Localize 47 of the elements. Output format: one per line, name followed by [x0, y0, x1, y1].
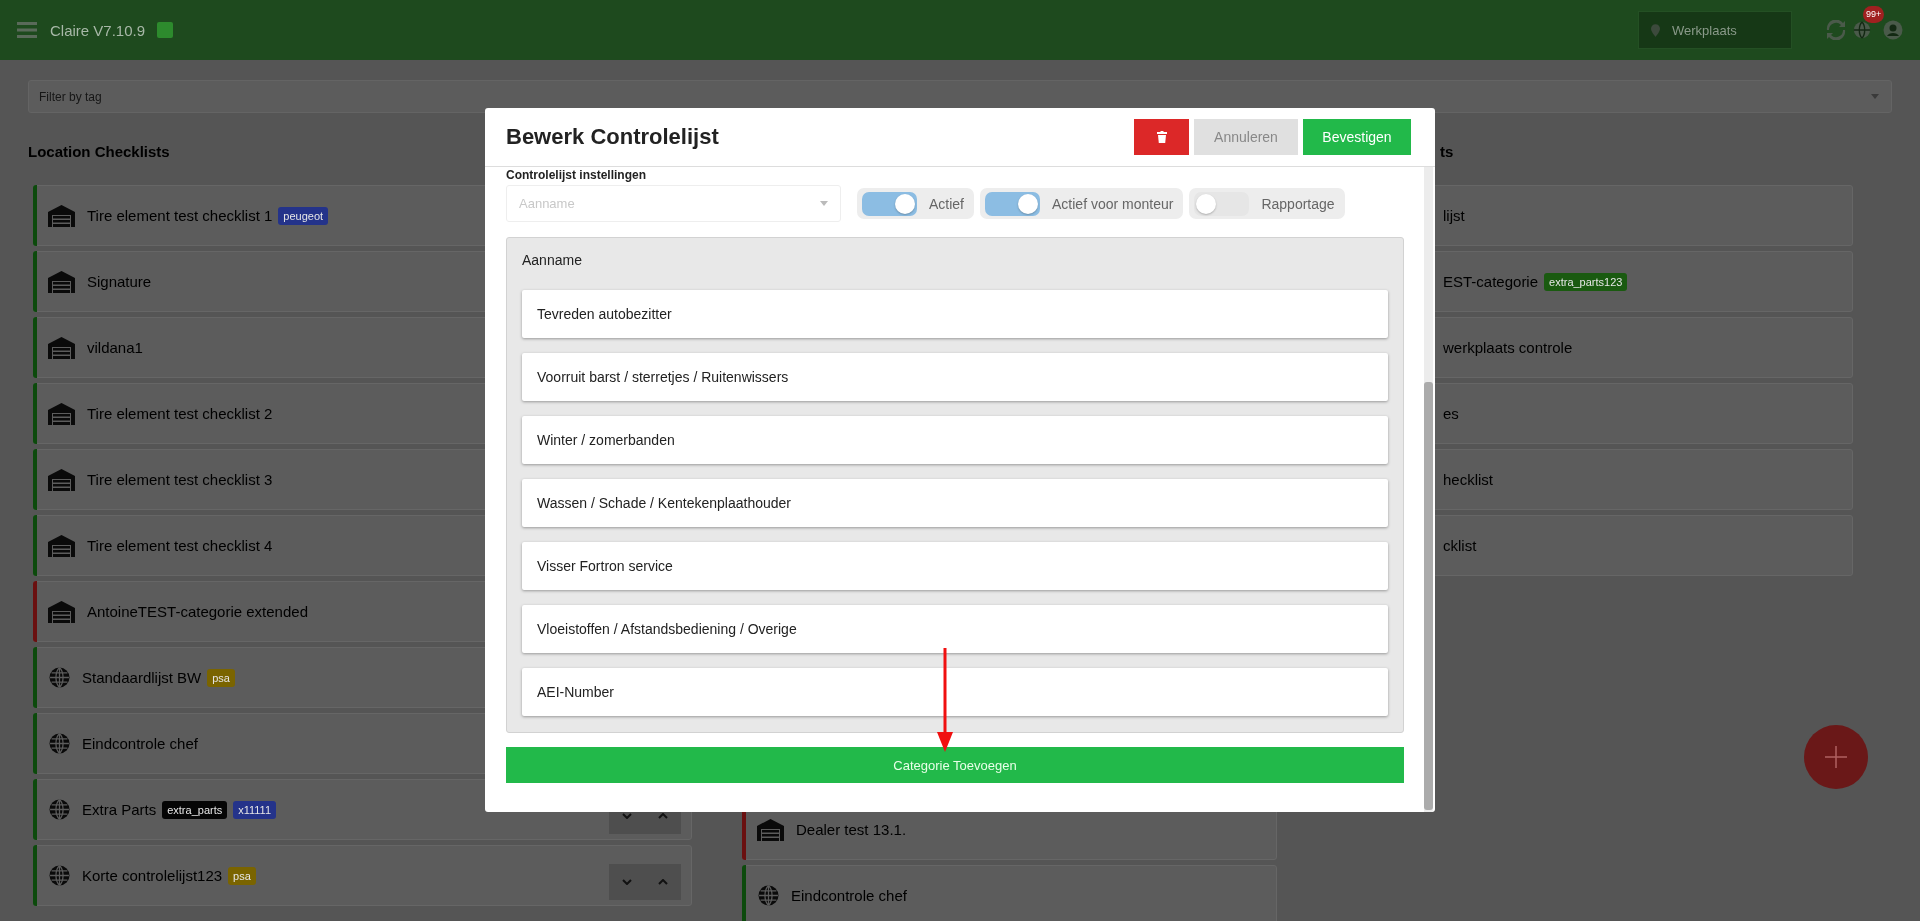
location-field[interactable]: Werkplaats	[1638, 11, 1792, 49]
cancel-button[interactable]: Annuleren	[1194, 119, 1298, 155]
checklist-name: lijst	[1443, 207, 1465, 224]
subcategory-item[interactable]: Wassen / Schade / Kentekenplaathouder	[522, 479, 1388, 527]
checklist-name: Tire element test checklist 2	[87, 405, 273, 422]
checklist-name: Dealer test 13.1.	[796, 821, 907, 838]
checklist-name: Tire element test checklist 1	[87, 207, 273, 224]
checklist-name: EST-categorie	[1443, 273, 1539, 290]
column-title: Location Checklists	[28, 143, 171, 162]
category-title: Aanname	[522, 251, 583, 270]
dialog-title: Bewerk Controlelijst	[506, 124, 719, 150]
subcategory-item[interactable]: Winter / zomerbanden	[522, 416, 1388, 464]
checklist-name: Standaardlijst BW	[82, 669, 202, 686]
checklist-name: Eindcontrole chef	[791, 887, 907, 904]
tag-label: psa	[228, 866, 256, 885]
checklist-name: Signature	[87, 273, 152, 290]
checklist-row[interactable]: Eindcontrole chef	[742, 865, 1277, 921]
checklist-name: Extra Parts	[82, 801, 157, 818]
subcategory-item[interactable]: Vloeistoffen / Afstandsbediening / Overige	[522, 605, 1388, 653]
tag-label: extra_parts	[162, 800, 228, 819]
confirm-button[interactable]: Bevestigen	[1303, 119, 1411, 155]
add-category-button[interactable]: Categorie Toevoegen	[506, 747, 1404, 783]
subcategory-item[interactable]: Visser Fortron service	[522, 542, 1388, 590]
tag-filter-select[interactable]: Filter by tag	[28, 80, 1892, 113]
tag-label: psa	[207, 668, 235, 687]
section-heading: Controlelijst instellingen	[506, 168, 647, 182]
checklist-name: werkplaats controle	[1443, 339, 1573, 356]
tag-label: x11111	[233, 800, 277, 819]
tag-label: peugeot	[278, 206, 329, 225]
checklist-name: vildana1	[87, 339, 143, 356]
toggle-label: Actief	[929, 195, 964, 212]
checklist-name: Korte controlelijst123	[82, 867, 223, 884]
checklist-name: hecklist	[1443, 471, 1494, 488]
notification-badge: 99+	[1863, 6, 1885, 23]
toggle-label: Actief voor monteur	[1052, 195, 1174, 212]
subcategory-item[interactable]: Tevreden autobezitter	[522, 290, 1388, 338]
checklist-name: cklist	[1443, 537, 1477, 554]
tag-label: extra_parts123	[1544, 272, 1628, 291]
app-title: Claire V7.10.9	[50, 21, 146, 39]
subcategory-item[interactable]: AEI-Number	[522, 668, 1388, 716]
checklist-name: Tire element test checklist 4	[87, 537, 273, 554]
subcategory-item[interactable]: Voorruit barst / sterretjes / Ruitenwissers	[522, 353, 1388, 401]
checklist-name: Tire element test checklist 3	[87, 471, 273, 488]
checklist-name: es	[1443, 405, 1459, 422]
checklist-name: Eindcontrole chef	[82, 735, 198, 752]
checklist-name: AntoineTEST-categorie extended	[87, 603, 308, 620]
column-title: ts	[1440, 143, 1455, 162]
